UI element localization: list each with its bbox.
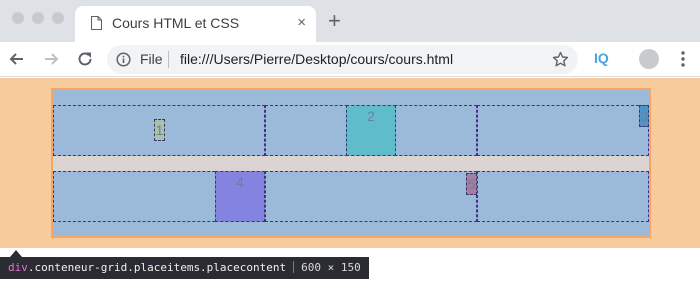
grid-item-label: 2 [367,108,375,124]
tooltip-classes: .conteneur-grid.placeitems.placecontent [27,261,287,274]
grid-item-5: 5 [466,173,477,195]
grid-item-label: 5 [467,176,476,192]
back-arrow-icon[interactable] [8,50,26,68]
tab-close-icon[interactable]: × [297,14,306,32]
document-icon [91,16,102,30]
bookmark-star-icon[interactable] [552,51,569,68]
tooltip-tag: div [8,261,28,274]
tooltip-arrow [10,250,22,257]
tooltip-divider [293,261,295,273]
reload-icon[interactable] [76,50,94,68]
close-window-icon[interactable] [12,12,24,24]
grid-item-3: 3 [639,105,649,127]
grid-track [265,171,477,222]
url-text[interactable]: file:///Users/Pierre/Desktop/cours/cours… [180,51,453,67]
address-bar[interactable]: File file:///Users/Pierre/Desktop/cours/… [107,45,578,74]
info-icon[interactable] [116,52,131,67]
maximize-window-icon[interactable] [52,12,64,24]
browser-toolbar: File file:///Users/Pierre/Desktop/cours/… [0,42,700,77]
tab-strip: Cours HTML et CSS × + [0,0,700,42]
grid-item-label: 4 [236,174,244,190]
tab-title: Cours HTML et CSS [112,15,240,31]
grid-content-area: 1 2 3 4 5 [53,90,649,236]
url-divider [168,51,169,68]
page-viewport: 1 2 3 4 5 div.conteneur-grid.placeitems.… [0,78,700,295]
grid-item-label: 1 [155,122,164,138]
grid-item-label: 3 [640,108,648,124]
inspector-tooltip: div.conteneur-grid.placeitems.placeconte… [0,257,369,279]
profile-avatar[interactable] [639,49,659,69]
grid-track [477,105,649,156]
new-tab-button[interactable]: + [328,10,341,32]
extension-iq-button[interactable]: IQ [594,50,609,66]
forward-arrow-icon[interactable] [42,50,60,68]
grid-container: 1 2 3 4 5 [51,88,651,238]
minimize-window-icon[interactable] [32,12,44,24]
url-scheme-label: File [140,51,163,67]
grid-track [477,171,649,222]
grid-item-4: 4 [215,171,265,222]
grid-item-1: 1 [154,119,165,141]
grid-item-2: 2 [346,105,396,156]
more-vert-icon[interactable] [681,50,685,68]
tooltip-dimensions: 600 × 150 [301,261,361,274]
browser-tab[interactable]: Cours HTML et CSS × [75,6,316,42]
